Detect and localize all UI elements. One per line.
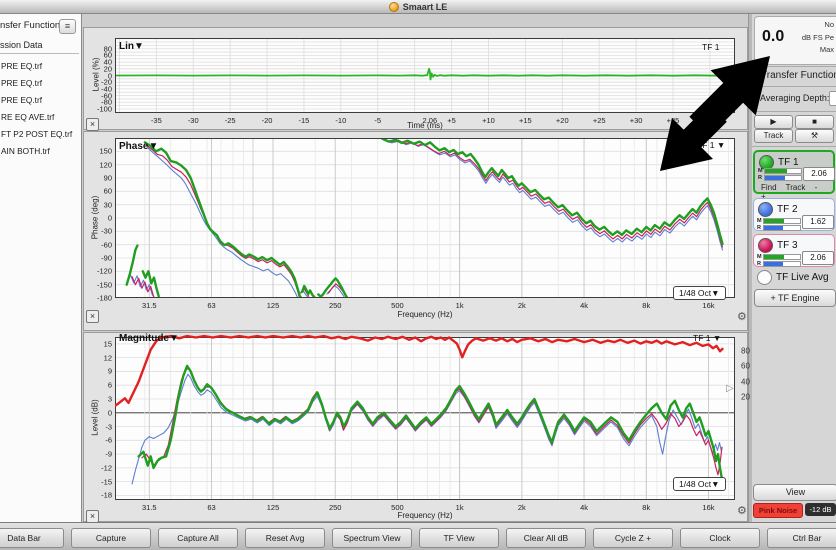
tf1-r-meter: [764, 175, 802, 181]
impulse-trace-label: TF 1: [702, 42, 719, 52]
rp-divider: [752, 111, 836, 112]
session-file-item[interactable]: PRE EQ.trf: [0, 91, 80, 108]
tf1-m-meter: [764, 168, 802, 174]
toolbar-button-data-bar[interactable]: Data Bar: [0, 528, 64, 548]
tf2-name: TF 2: [777, 204, 798, 215]
track-button[interactable]: Track: [754, 129, 793, 143]
impulse-mode-dropdown[interactable]: Lin▼: [119, 41, 144, 52]
transfer-function-title: Transfer Function: [752, 70, 836, 81]
session-data-node[interactable]: ssion Data: [0, 40, 43, 50]
impulse-xlabel: Time (ms): [365, 121, 485, 130]
phase-gear-icon[interactable]: ⚙: [737, 312, 747, 323]
tf2-delay-value[interactable]: 1.62: [802, 215, 834, 229]
magnitude-gear-icon[interactable]: ⚙: [737, 506, 747, 517]
data-bar-sidebar: nsfer Function ≡ ssion Data PRE EQ.trfPR…: [0, 14, 82, 522]
control-panel: [752, 14, 836, 522]
app-icon: [389, 2, 399, 12]
tf1-minus-button[interactable]: -: [815, 183, 818, 192]
tf3-m-label: M: [757, 254, 762, 260]
tf3-m-meter: [763, 254, 801, 260]
tf1-r-label: R: [758, 175, 762, 181]
tf2-r-label: R: [757, 225, 761, 231]
tf2-color-indicator[interactable]: [758, 202, 773, 217]
session-file-item[interactable]: RE EQ AVE.trf: [0, 108, 80, 125]
pink-noise-button[interactable]: Pink Noise: [753, 503, 803, 518]
tf3-delay-value[interactable]: 2.06: [802, 251, 834, 265]
tf2-m-label: M: [757, 218, 762, 224]
tf1-track-button[interactable]: Track: [786, 183, 806, 192]
toolbar-button-spectrum-view[interactable]: Spectrum View: [332, 528, 412, 548]
phase-smoothing-dropdown[interactable]: 1/48 Oct▼: [673, 286, 726, 300]
session-file-list: PRE EQ.trfPRE EQ.trfPRE EQ.trfRE EQ AVE.…: [0, 57, 80, 159]
tf1-find-button[interactable]: Find: [761, 183, 777, 192]
phase-ylabel: Phase (deg): [91, 182, 100, 254]
sidebar-divider: [0, 53, 79, 54]
sidebar-menu-icon[interactable]: ≡: [59, 19, 76, 34]
toolbar-button-ctrl-bar[interactable]: Ctrl Bar: [767, 528, 836, 548]
magnitude-mode-dropdown[interactable]: Magnitude▼: [119, 333, 179, 344]
toolbar-button-clear-all-db[interactable]: Clear All dB: [506, 528, 586, 548]
rp-divider: [752, 86, 836, 87]
tf2-m-meter: [763, 218, 801, 224]
noise-level-value[interactable]: -12 dB: [805, 503, 836, 516]
magnitude-ylabel: Level (dB): [91, 382, 100, 454]
toolbar-button-tf-view[interactable]: TF View: [419, 528, 499, 548]
tf3-color-indicator[interactable]: [758, 238, 773, 253]
magnitude-xlabel: Frequency (Hz): [365, 511, 485, 520]
tf2-r-meter: [763, 225, 801, 231]
tf1-m-label: M: [758, 168, 763, 174]
impulse-ylabel: Level (%): [92, 39, 101, 111]
session-file-item[interactable]: PRE EQ.trf: [0, 57, 80, 74]
tf3-r-meter: [763, 261, 801, 267]
toolbar-button-cycle-z-[interactable]: Cycle Z +: [593, 528, 673, 548]
smaart-le-window: Smaart LE nsfer Function ≡ ssion Data PR…: [0, 0, 836, 550]
window-title: Smaart LE: [403, 2, 448, 12]
rp-divider: [752, 66, 836, 67]
meter-labels: No dB FS Pe Max: [780, 19, 834, 57]
meter-unit-label: dB FS Pe: [780, 32, 834, 45]
toolbar-button-capture[interactable]: Capture: [71, 528, 151, 548]
tf3-r-label: R: [757, 261, 761, 267]
session-file-item[interactable]: FT P2 POST EQ.trf: [0, 125, 80, 142]
tf1-card[interactable]: TF 1 M R 2.06 Find Track - +: [753, 150, 835, 194]
add-tf-engine-button[interactable]: + TF Engine: [754, 289, 836, 307]
play-button[interactable]: ▶: [754, 115, 793, 129]
magnitude-smoothing-dropdown[interactable]: 1/48 Oct▼: [673, 477, 726, 491]
tf1-delay-value[interactable]: 2.06: [803, 167, 835, 181]
toolbar-button-capture-all[interactable]: Capture All: [158, 528, 238, 548]
meter-source-label: No: [780, 19, 834, 32]
phase-close-icon[interactable]: ×: [86, 310, 99, 323]
meter-max-label: Max: [780, 44, 834, 57]
session-file-item[interactable]: AIN BOTH.trf: [0, 142, 80, 159]
averaging-depth-select[interactable]: [829, 91, 836, 106]
wrench-icon[interactable]: ⚒: [795, 129, 834, 143]
sidebar-title: nsfer Function: [0, 20, 60, 31]
phase-xlabel: Frequency (Hz): [365, 310, 485, 319]
coherence-threshold-marker[interactable]: ▷: [726, 384, 734, 394]
phase-plot[interactable]: [115, 138, 735, 298]
tf-live-avg-label: TF Live Avg: [776, 272, 829, 283]
view-button[interactable]: View: [753, 484, 836, 501]
magnitude-close-icon[interactable]: ×: [86, 510, 99, 523]
impulse-close-icon[interactable]: ×: [86, 118, 99, 131]
toolbar-button-reset-avg[interactable]: Reset Avg: [245, 528, 325, 548]
tf3-card[interactable]: TF 3 M R 2.06: [753, 234, 835, 267]
phase-trace-dropdown[interactable]: TF 1 ▼: [697, 140, 725, 150]
tf2-card[interactable]: TF 2 M R 1.62: [753, 198, 835, 231]
magnitude-trace-dropdown[interactable]: TF 1 ▼: [693, 333, 721, 343]
phase-mode-dropdown[interactable]: Phase▼: [119, 141, 158, 152]
averaging-depth-label: Averaging Depth:: [760, 93, 829, 103]
bottom-toolbar: Data Bar Capture Capture All Reset Avg Spect…: [0, 522, 836, 550]
stop-button[interactable]: ■: [795, 115, 834, 129]
rp-divider: [752, 146, 836, 147]
tf1-name: TF 1: [778, 157, 799, 168]
toolbar-button-clock[interactable]: Clock: [680, 528, 760, 548]
tf-live-avg-radio[interactable]: [757, 270, 772, 285]
toolbar-buttons: Data Bar Capture Capture All Reset Avg Spect…: [0, 528, 836, 548]
session-file-item[interactable]: PRE EQ.trf: [0, 74, 80, 91]
magnitude-plot[interactable]: [115, 330, 735, 502]
title-bar: Smaart LE: [0, 0, 836, 14]
impulse-plot[interactable]: [115, 38, 735, 113]
tf3-name: TF 3: [777, 240, 798, 251]
